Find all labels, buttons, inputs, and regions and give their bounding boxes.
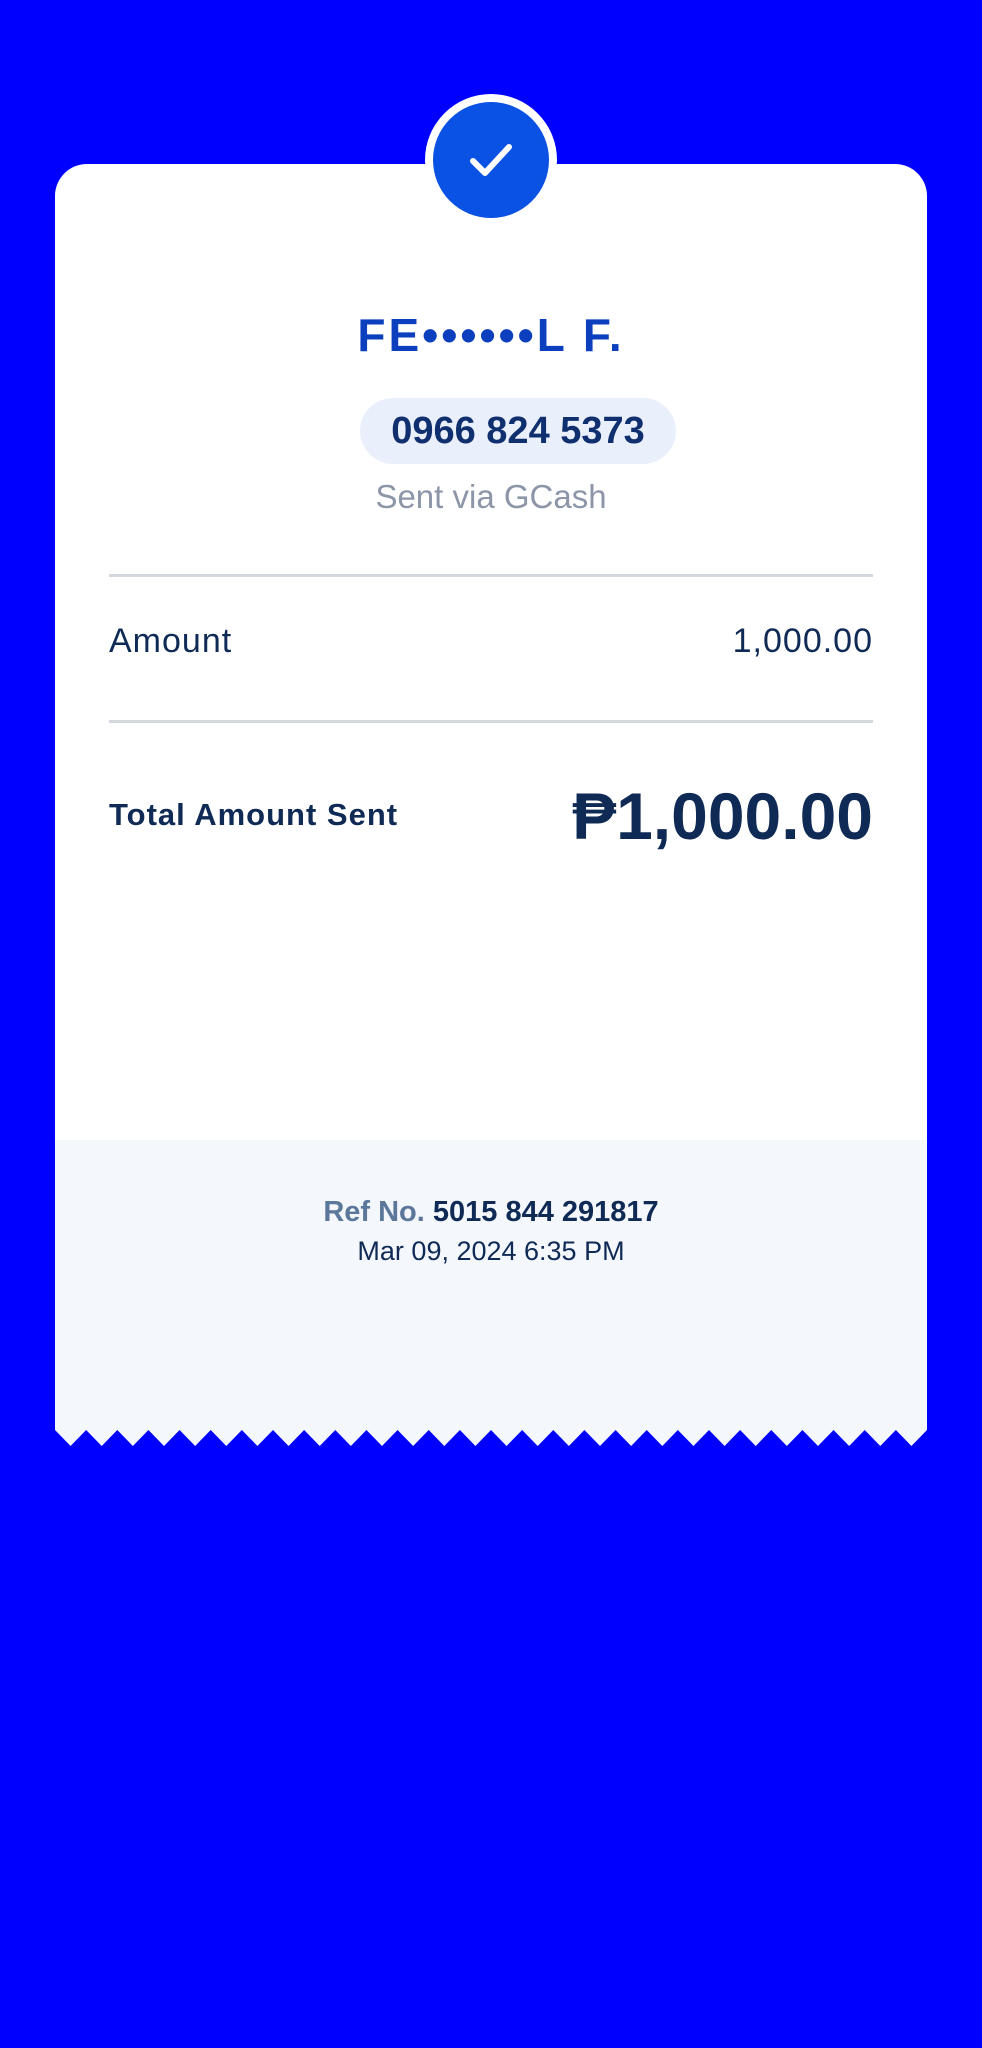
recipient-name: FE••••••L F.	[357, 309, 625, 361]
total-amount-value: ₱1,000.00	[572, 779, 873, 853]
reference-number: Ref No. 5015 844 291817	[0, 1196, 982, 1229]
success-circle	[433, 102, 549, 218]
check-icon	[470, 144, 512, 176]
amount-value: 1,000.00	[732, 622, 873, 660]
sent-via-label: Sent via GCash	[375, 478, 607, 515]
reference-label: Ref No.	[323, 1196, 425, 1228]
receipt-footer	[55, 1140, 927, 1430]
divider-top	[109, 574, 873, 577]
total-amount-label: Total Amount Sent	[109, 797, 399, 832]
receipt-torn-edge	[55, 1430, 927, 1446]
divider-bottom	[109, 720, 873, 723]
transaction-date: Mar 09, 2024 6:35 PM	[357, 1236, 625, 1266]
recipient-phone: 0966 824 5373	[360, 398, 676, 464]
success-badge	[425, 94, 557, 226]
amount-label: Amount	[109, 622, 233, 660]
reference-value: 5015 844 291817	[432, 1196, 659, 1228]
